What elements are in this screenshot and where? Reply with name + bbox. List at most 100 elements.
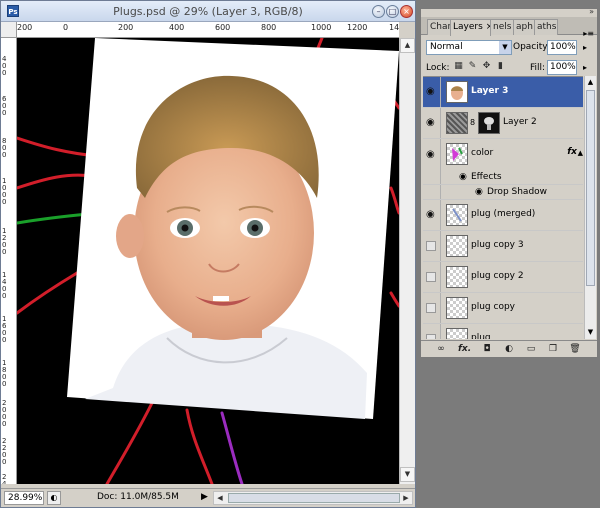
trash-icon[interactable]: 🗑 xyxy=(569,343,581,355)
status-menu-arrow-icon[interactable]: ▶ xyxy=(201,492,208,502)
layer-row-plug-copy[interactable]: plug copy xyxy=(423,293,583,324)
tab-label: Char xyxy=(430,22,451,32)
eye-icon[interactable]: ◉ xyxy=(475,187,483,197)
layer-row-plug[interactable]: plug xyxy=(423,324,583,339)
folder-icon[interactable]: ▭ xyxy=(525,343,537,355)
tab-paragraph[interactable]: aph xyxy=(513,19,535,35)
zoom-field[interactable]: 28.99% xyxy=(4,491,44,505)
visibility-toggle[interactable]: ◉ xyxy=(423,200,441,230)
layer-row-plug-merged[interactable]: ◉ plug (merged) xyxy=(423,200,583,231)
layer-name[interactable]: Layer 2 xyxy=(503,117,537,127)
ruler-tick-label: 2200 xyxy=(2,437,7,466)
tab-label: nels xyxy=(493,22,512,32)
layer-row-plug-copy-2[interactable]: plug copy 2 xyxy=(423,262,583,293)
eye-icon: ◉ xyxy=(426,86,435,97)
fill-slider-arrow-icon[interactable]: ▸ xyxy=(579,60,591,75)
fx-icon[interactable]: fx xyxy=(567,147,577,157)
photoshop-workspace: Ps Plugs.psd @ 29% (Layer 3, RGB/8) – □ … xyxy=(0,0,600,508)
chevron-down-icon: ▼ xyxy=(499,41,511,54)
image-canvas[interactable] xyxy=(17,38,399,484)
drop-shadow-label: Drop Shadow xyxy=(487,187,548,197)
ruler-tick-label: 600 xyxy=(215,23,231,32)
layer-name[interactable]: plug (merged) xyxy=(471,209,535,219)
ruler-tick-label: 1000 xyxy=(2,177,7,206)
blend-mode-select[interactable]: Normal ▼ xyxy=(426,40,512,55)
document-title: Plugs.psd @ 29% (Layer 3, RGB/8) xyxy=(113,5,303,18)
visibility-toggle[interactable] xyxy=(423,324,441,339)
mask-icon[interactable]: ◘ xyxy=(481,343,493,355)
minimize-icon: – xyxy=(376,7,381,16)
ruler-tick-label: 800 xyxy=(261,23,277,32)
visibility-toggle[interactable]: ◉ xyxy=(423,139,441,170)
layer-name[interactable]: plug copy 2 xyxy=(471,271,524,281)
opacity-field[interactable]: 100% xyxy=(547,40,577,55)
lock-transparency-icon[interactable]: ▦ xyxy=(453,61,464,72)
visibility-toggle[interactable] xyxy=(423,262,441,292)
tab-channels[interactable]: nels xyxy=(490,19,514,35)
effects-row[interactable]: ◉ Effects xyxy=(423,170,583,185)
ruler-tick-label: 2400 xyxy=(2,473,7,485)
ruler-tick-label: 1400 xyxy=(389,23,399,32)
layers-list: ◉ Layer 3 ◉ 8 Layer 2 ◉ color fx ▲ ◉ Eff… xyxy=(423,76,583,339)
ruler-tick-label: 1800 xyxy=(2,359,7,388)
fx-icon[interactable]: fx. xyxy=(458,343,471,355)
panel-menu-icon[interactable]: ▸≡ xyxy=(583,29,594,38)
scroll-up-icon[interactable]: ▲ xyxy=(585,76,596,88)
link-icon[interactable]: ∞ xyxy=(435,343,447,355)
tab-character[interactable]: Char xyxy=(427,19,451,35)
visibility-toggle[interactable] xyxy=(423,293,441,323)
photo-thumb xyxy=(446,81,468,103)
eye-icon[interactable]: ◉ xyxy=(459,172,467,182)
opacity-slider-arrow-icon[interactable]: ▸ xyxy=(579,40,591,55)
lock-all-icon[interactable]: ▮ xyxy=(495,61,506,72)
document-title-bar[interactable]: Ps Plugs.psd @ 29% (Layer 3, RGB/8) – □ … xyxy=(1,1,415,22)
layer-row-plug-copy-3[interactable]: plug copy 3 xyxy=(423,231,583,262)
layers-panel: » Char Layers× nels aph aths ▸≡ Normal ▼… xyxy=(420,7,598,358)
tab-close-icon[interactable]: × xyxy=(486,22,490,32)
expand-triangle-icon[interactable]: ▲ xyxy=(578,149,583,157)
layers-scrollbar[interactable]: ▲ ▼ xyxy=(584,76,596,339)
vertical-scrollbar[interactable]: ▲ ▼ xyxy=(399,38,415,484)
layer-name[interactable]: plug copy xyxy=(471,302,515,312)
drop-shadow-row[interactable]: ◉ Drop Shadow xyxy=(423,185,583,200)
checker-thumb xyxy=(446,297,468,319)
status-info-icon[interactable]: ◐ xyxy=(47,491,61,505)
ruler-origin[interactable] xyxy=(1,22,17,38)
layer-row-layer-3[interactable]: ◉ Layer 3 xyxy=(423,77,583,108)
scroll-left-icon[interactable]: ◀ xyxy=(214,492,226,504)
collapse-panel-icon[interactable]: » xyxy=(589,7,594,16)
horizontal-scrollbar[interactable]: ◀ ▶ xyxy=(213,491,413,505)
tab-paths[interactable]: aths xyxy=(534,19,558,35)
layer-row-color[interactable]: ◉ color fx ▲ xyxy=(423,139,583,170)
layer-name[interactable]: plug copy 3 xyxy=(471,240,524,250)
horizontal-ruler[interactable]: 200 0 200 400 600 800 1000 1200 1400 xyxy=(17,22,399,38)
scroll-down-icon[interactable]: ▼ xyxy=(400,467,415,482)
layer-name[interactable]: color xyxy=(471,148,493,158)
minimize-button[interactable]: – xyxy=(372,5,385,18)
maximize-button[interactable]: □ xyxy=(386,5,399,18)
scroll-right-icon[interactable]: ▶ xyxy=(400,492,412,504)
new-layer-icon[interactable]: ❐ xyxy=(547,343,559,355)
adjustment-icon[interactable]: ◐ xyxy=(503,343,515,355)
scroll-up-icon[interactable]: ▲ xyxy=(400,38,415,53)
vertical-ruler[interactable]: 400 600 800 1000 1200 1400 1600 1800 200… xyxy=(1,38,17,484)
layers-scroll-thumb[interactable] xyxy=(586,90,595,286)
horizontal-scroll-thumb[interactable] xyxy=(228,493,400,503)
drop-shadow-visibility xyxy=(423,185,441,199)
lock-paint-icon[interactable]: ✎ xyxy=(467,61,478,72)
visibility-toggle[interactable]: ◉ xyxy=(423,108,441,138)
layer-name[interactable]: plug xyxy=(471,333,491,339)
fill-label: Fill: xyxy=(530,63,546,73)
close-button[interactable]: × xyxy=(400,5,413,18)
visibility-toggle[interactable] xyxy=(423,231,441,261)
lock-position-icon[interactable]: ✥ xyxy=(481,61,492,72)
tab-layers[interactable]: Layers× xyxy=(450,19,491,36)
visibility-toggle[interactable]: ◉ xyxy=(423,77,441,107)
scroll-down-icon[interactable]: ▼ xyxy=(585,326,596,338)
ruler-tick-label: 2000 xyxy=(2,399,7,428)
layer-row-layer-2[interactable]: ◉ 8 Layer 2 xyxy=(423,108,583,139)
fill-field[interactable]: 100% xyxy=(547,60,577,75)
checker-thumb xyxy=(446,204,468,226)
panel-grip[interactable]: » xyxy=(421,7,597,17)
layer-name[interactable]: Layer 3 xyxy=(471,86,508,96)
